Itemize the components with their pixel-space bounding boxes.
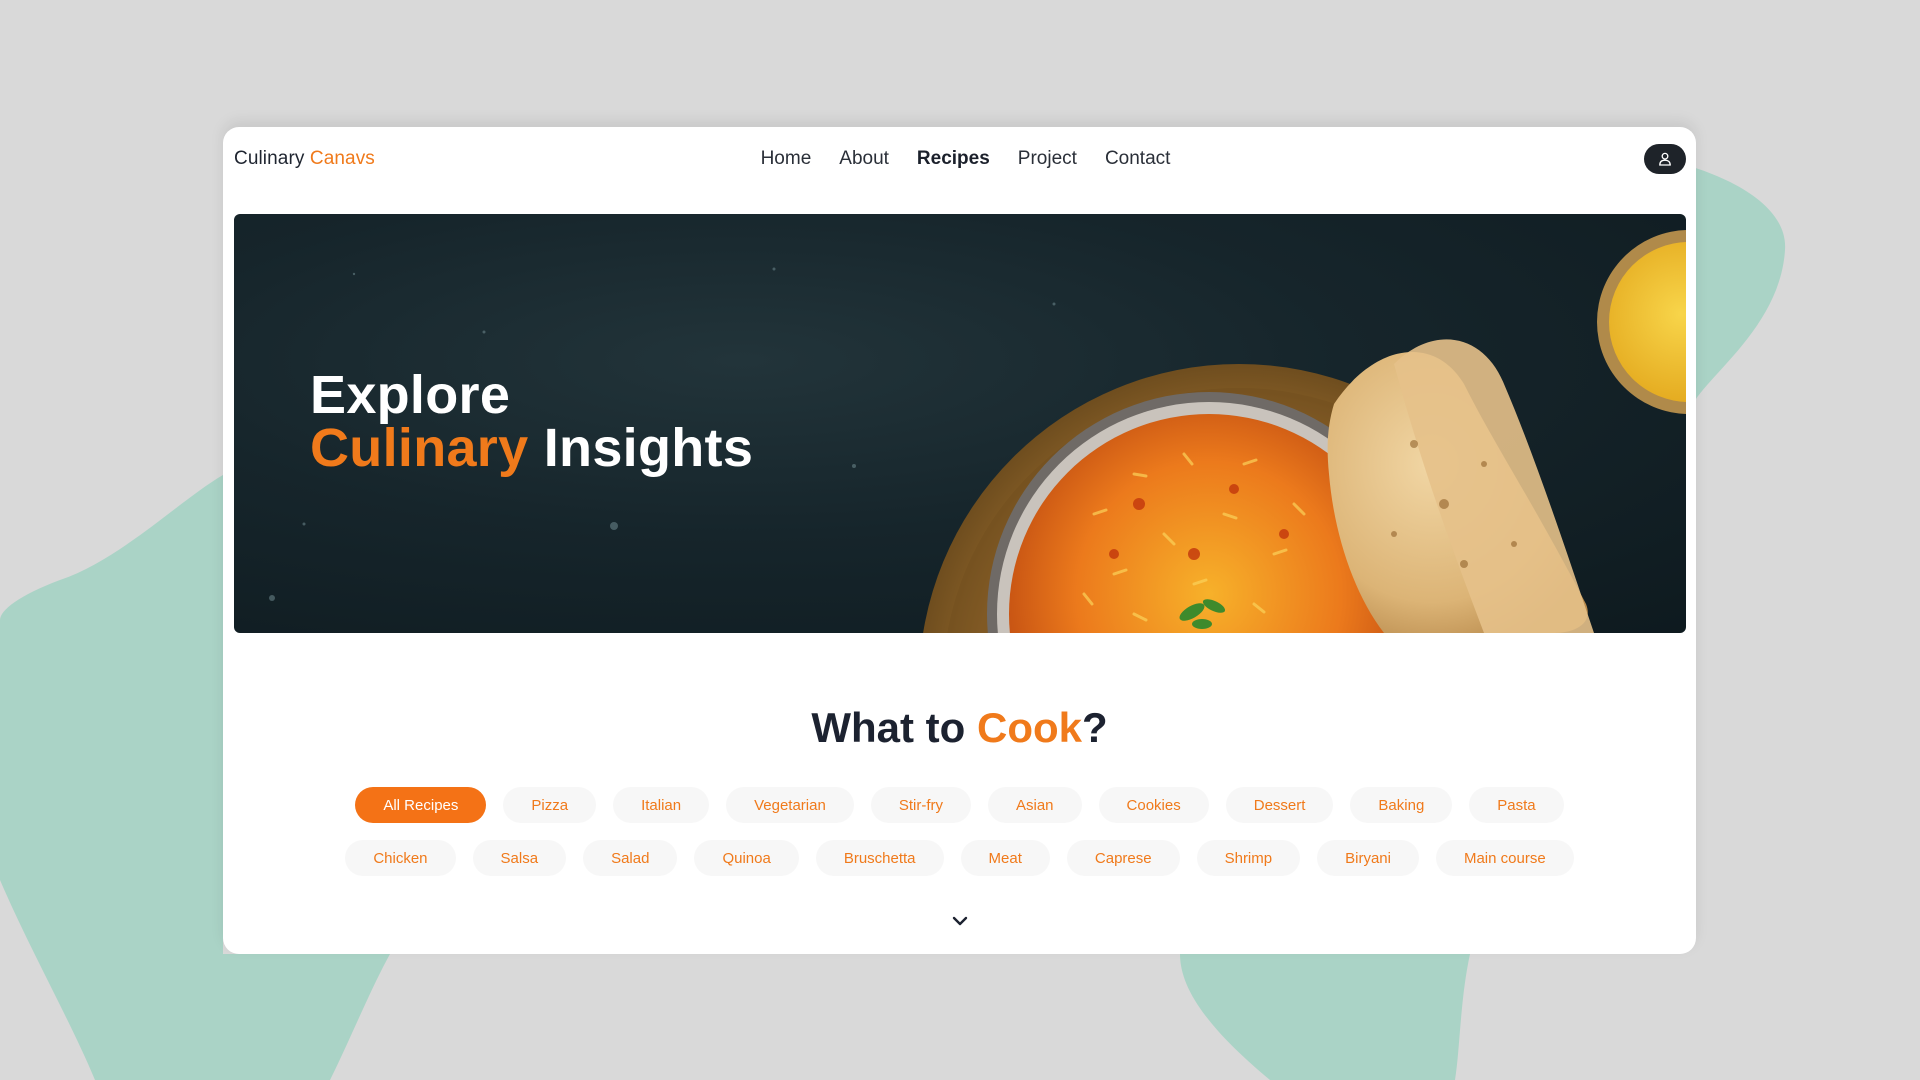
category-chip-salad[interactable]: Salad: [583, 840, 678, 876]
category-chip-chicken[interactable]: Chicken: [345, 840, 456, 876]
chevron-down-icon[interactable]: [949, 913, 971, 929]
category-chip-pizza[interactable]: Pizza: [503, 787, 597, 823]
category-chip-biryani[interactable]: Biryani: [1317, 840, 1419, 876]
category-chip-quinoa[interactable]: Quinoa: [694, 840, 799, 876]
category-chip-all-recipes[interactable]: All Recipes: [355, 787, 487, 823]
category-chip-salsa[interactable]: Salsa: [472, 840, 567, 876]
category-row-1: All Recipes Pizza Italian Vegetarian Sti…: [223, 787, 1696, 823]
category-chip-vegetarian[interactable]: Vegetarian: [726, 787, 854, 823]
nav-home[interactable]: Home: [761, 148, 812, 170]
category-chip-bruschetta[interactable]: Bruschetta: [815, 840, 944, 876]
category-chip-meat[interactable]: Meat: [960, 840, 1050, 876]
main-card: Culinary Canavs Home About Recipes Proje…: [223, 127, 1696, 954]
hero-banner: Explore Culinary Insights: [234, 214, 1686, 633]
hero-title-line2: Culinary Insights: [310, 421, 753, 475]
nav-recipes[interactable]: Recipes: [917, 148, 990, 170]
category-chip-caprese[interactable]: Caprese: [1066, 840, 1180, 876]
section-title: What to Cook?: [223, 704, 1696, 752]
user-icon: [1659, 152, 1671, 166]
category-chip-cookies[interactable]: Cookies: [1098, 787, 1209, 823]
category-chip-shrimp[interactable]: Shrimp: [1196, 840, 1301, 876]
section-title-pre: What to: [811, 704, 977, 751]
category-chip-asian[interactable]: Asian: [988, 787, 1082, 823]
section-title-post: ?: [1081, 704, 1108, 751]
hero-title-line1: Explore: [310, 365, 511, 425]
hero-title: Explore Culinary Insights: [310, 365, 753, 475]
user-account-button[interactable]: [1644, 144, 1686, 174]
category-chip-main-course[interactable]: Main course: [1435, 840, 1574, 876]
hero-title-rest: Insights: [528, 418, 754, 478]
nav-about[interactable]: About: [839, 148, 889, 170]
top-navbar: Culinary Canavs Home About Recipes Proje…: [223, 127, 1696, 187]
section-title-accent: Cook: [976, 704, 1082, 751]
category-chip-baking[interactable]: Baking: [1350, 787, 1453, 823]
category-row-2: Chicken Salsa Salad Quinoa Bruschetta Me…: [223, 840, 1696, 876]
main-menu: Home About Recipes Project Contact: [223, 148, 1696, 170]
hero-title-accent: Culinary: [310, 418, 529, 478]
category-chip-italian[interactable]: Italian: [613, 787, 710, 823]
nav-contact[interactable]: Contact: [1105, 148, 1170, 170]
nav-project[interactable]: Project: [1018, 148, 1077, 170]
category-chip-stir-fry[interactable]: Stir-fry: [870, 787, 971, 823]
category-chip-pasta[interactable]: Pasta: [1469, 787, 1564, 823]
category-chip-dessert[interactable]: Dessert: [1225, 787, 1334, 823]
